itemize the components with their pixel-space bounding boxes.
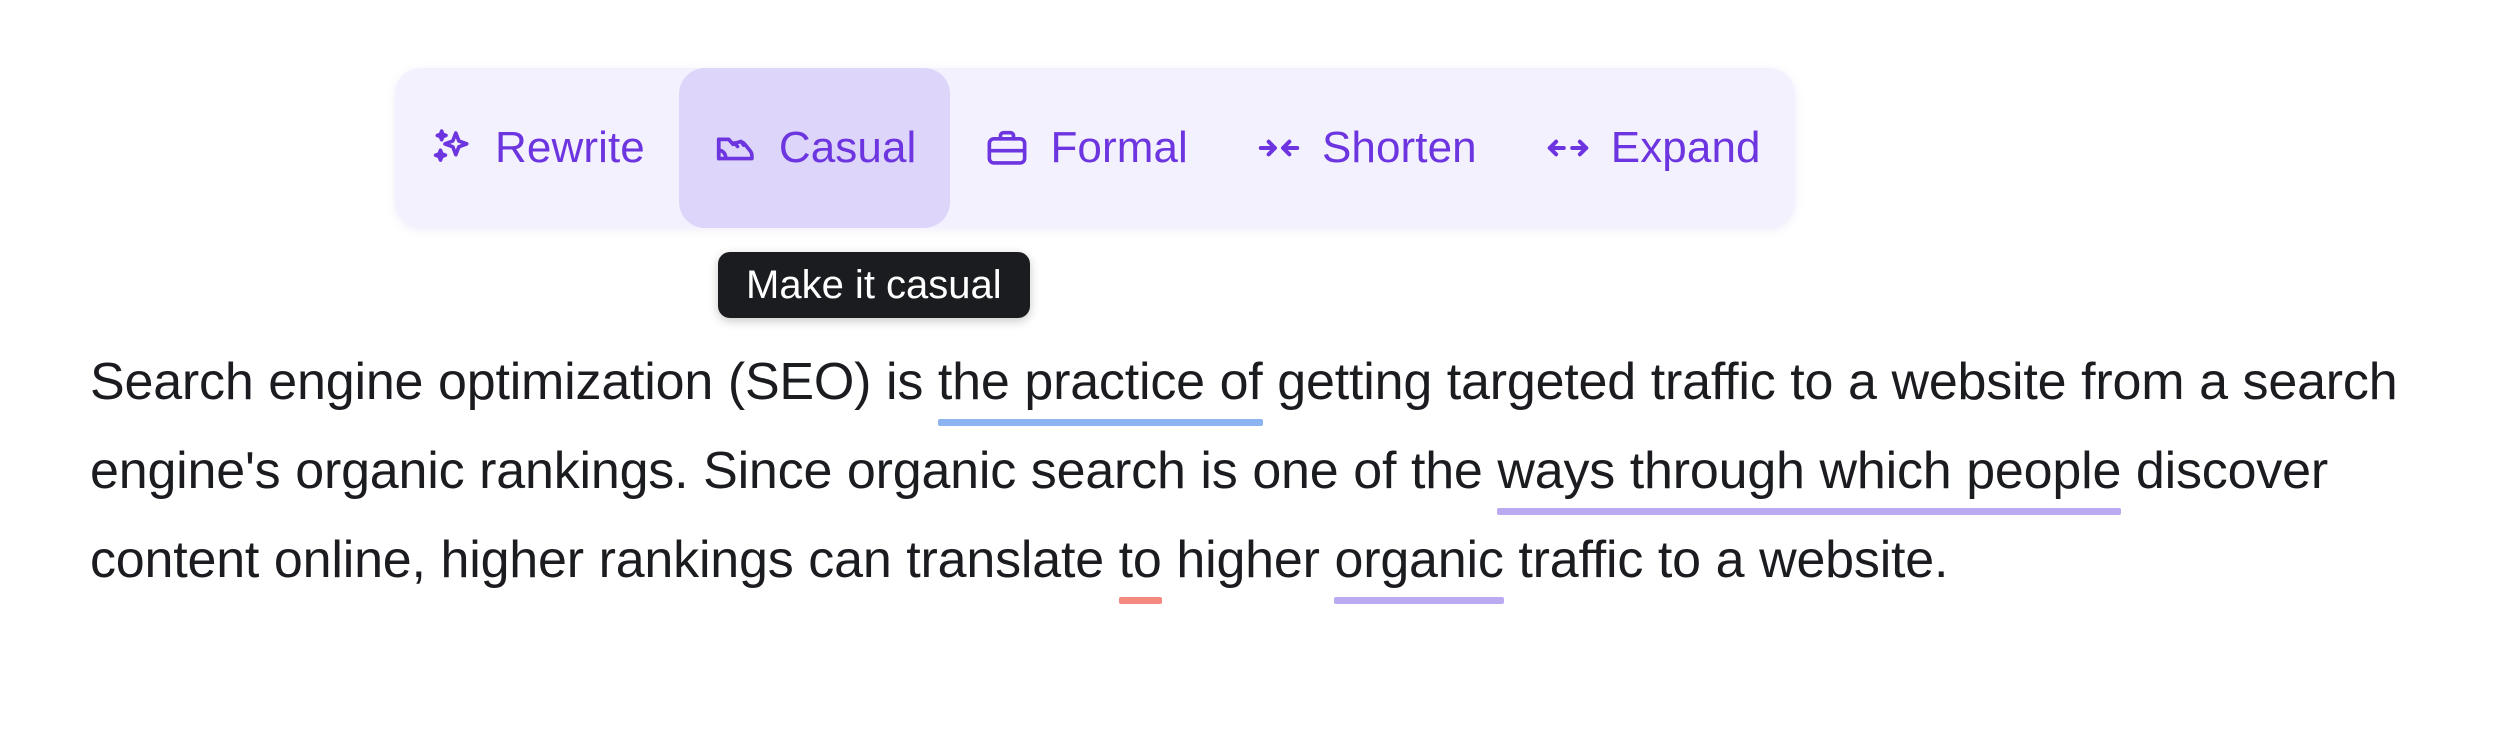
suggestion-blue[interactable]: the practice of (938, 353, 1263, 413)
seo-paragraph[interactable]: Search engine optimization (SEO) is the … (90, 338, 2420, 605)
suggestion-red[interactable]: to (1119, 531, 1162, 591)
arrows-in-icon (1256, 125, 1302, 171)
rewrite-button[interactable]: Rewrite (395, 68, 679, 228)
casual-button[interactable]: Casual (678, 68, 951, 228)
sneaker-icon (713, 125, 759, 171)
paragraph-text: Search engine optimization (SEO) is (90, 353, 938, 411)
shorten-button-label: Shorten (1321, 123, 1477, 172)
arrows-out-icon (1545, 125, 1591, 171)
paragraph-text: traffic to a website. (1503, 531, 1949, 589)
shorten-button[interactable]: Shorten (1222, 68, 1511, 228)
suggestion-purple[interactable]: organic (1334, 531, 1503, 591)
document-body[interactable]: Search engine optimization (SEO) is the … (90, 338, 2420, 605)
briefcase-icon (984, 125, 1030, 171)
expand-button[interactable]: Expand (1511, 68, 1795, 228)
paragraph-text: higher (1161, 531, 1335, 589)
formal-button[interactable]: Formal (950, 68, 1222, 228)
rewrite-button-label: Rewrite (495, 123, 645, 172)
suggestion-purple[interactable]: ways through which people (1497, 442, 2121, 502)
expand-button-label: Expand (1610, 123, 1761, 172)
tooltip-text: Make it casual (746, 263, 1002, 307)
editor-canvas: Rewrite Casual Formal Shorten Expand Mak… (0, 0, 2500, 743)
formal-button-label: Formal (1050, 123, 1188, 172)
ai-rewrite-toolbar: Rewrite Casual Formal Shorten Expand (395, 68, 1795, 228)
paragraph-text: rankings. Since organic search is one of… (464, 442, 1498, 500)
casual-button-label: Casual (778, 123, 917, 172)
sparkles-icon (429, 125, 475, 171)
paragraph-text: getting targeted traffic to a website fr… (1262, 353, 2243, 411)
casual-tooltip: Make it casual (718, 252, 1030, 318)
